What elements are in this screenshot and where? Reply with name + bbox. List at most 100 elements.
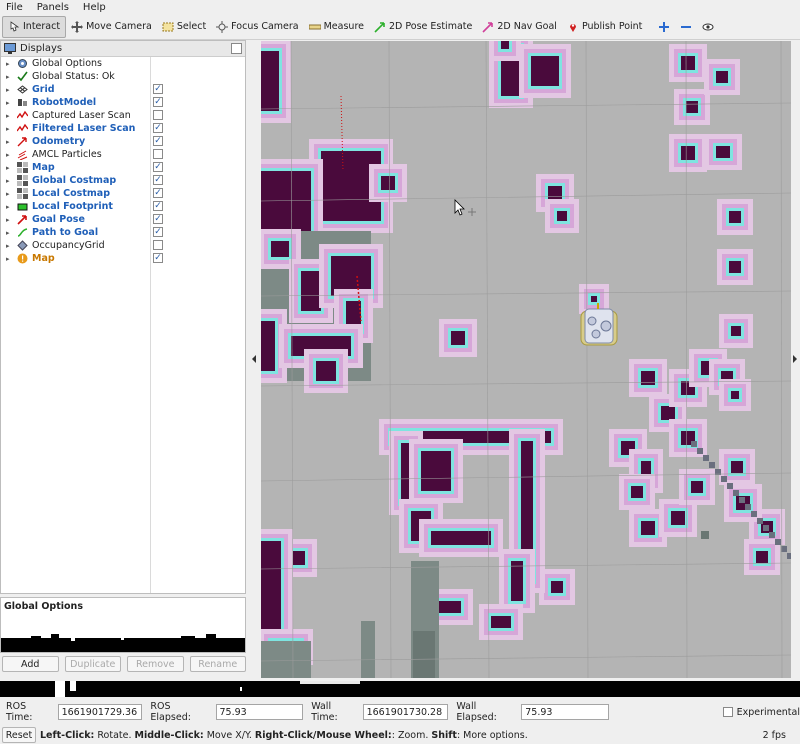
map-pin-icon — [569, 23, 576, 32]
displays-panel: Displays ▸ Global Options ▸ Global Status: … — [0, 40, 246, 594]
expand-arrow-icon[interactable]: ▸ — [6, 60, 15, 68]
move-camera-tool-label: Move Camera — [86, 21, 152, 32]
add-display-button[interactable]: Add — [2, 656, 59, 672]
display-item-map[interactable]: ▸ Map ✓ — [1, 252, 245, 265]
expand-arrow-icon[interactable]: ▸ — [6, 151, 15, 159]
display-item-captured-laser-scan[interactable]: ▸ Captured Laser Scan — [1, 109, 245, 122]
display-enable-checkbox[interactable]: ✓ — [153, 188, 163, 198]
select-tool-button[interactable]: Select — [157, 16, 211, 38]
display-item-goal-pose[interactable]: ▸ Goal Pose ✓ — [1, 213, 245, 226]
display-enable-checkbox[interactable]: ✓ — [153, 97, 163, 107]
obstacle-cell — [261, 321, 275, 371]
select-box-icon — [162, 22, 174, 31]
display-item-global-status-ok[interactable]: ▸ Global Status: Ok — [1, 70, 245, 83]
left-splitter[interactable] — [247, 41, 261, 678]
nav-goal-tool-button[interactable]: 2D Nav Goal — [477, 16, 562, 38]
display-enable-checkbox[interactable]: ✓ — [153, 214, 163, 224]
particles-icon — [17, 150, 28, 160]
display-item-robotmodel[interactable]: ▸ RobotModel ✓ — [1, 96, 245, 109]
move-camera-tool-button[interactable]: Move Camera — [66, 16, 157, 38]
wall-time-label: Wall Time: — [311, 701, 338, 723]
display-enable-checkbox[interactable]: ✓ — [153, 253, 163, 263]
display-item-amcl-particles[interactable]: ▸ AMCL Particles — [1, 148, 245, 161]
display-item-occupancygrid[interactable]: ▸ OccupancyGrid — [1, 239, 245, 252]
display-enable-checkbox[interactable]: ✓ — [153, 123, 163, 133]
panel-close-button[interactable] — [231, 43, 242, 54]
expand-arrow-icon[interactable]: ▸ — [6, 190, 15, 198]
obstacle-cell — [261, 541, 281, 631]
duplicate-display-button[interactable]: Duplicate — [64, 656, 121, 672]
display-enable-checkbox[interactable] — [153, 240, 163, 250]
display-item-odometry[interactable]: ▸ Odometry ✓ — [1, 135, 245, 148]
menu-file[interactable]: File — [6, 2, 23, 13]
expand-arrow-icon[interactable]: ▸ — [6, 242, 15, 250]
focus-camera-tool-label: Focus Camera — [231, 21, 299, 32]
expand-arrow-icon[interactable]: ▸ — [6, 216, 15, 224]
display-enable-checkbox[interactable]: ✓ — [153, 136, 163, 146]
display-enable-checkbox[interactable]: ✓ — [153, 175, 163, 185]
render-viewport[interactable] — [261, 41, 791, 678]
remove-display-button[interactable]: Remove — [127, 656, 184, 672]
display-item-filtered-laser-scan[interactable]: ▸ Filtered Laser Scan ✓ — [1, 122, 245, 135]
add-tool-button[interactable] — [653, 16, 675, 38]
ros-time-field[interactable]: 1661901729.36 — [57, 704, 143, 720]
menu-panels[interactable]: Panels — [37, 2, 69, 13]
display-item-local-costmap[interactable]: ▸ Local Costmap ✓ — [1, 187, 245, 200]
display-item-local-footprint[interactable]: ▸ Local Footprint ✓ — [1, 200, 245, 213]
eye-icon — [702, 23, 714, 30]
displays-button-row: Add Duplicate Remove Rename — [0, 656, 246, 674]
expand-arrow-icon[interactable]: ▸ — [6, 229, 15, 237]
expand-arrow-icon[interactable]: ▸ — [6, 99, 15, 107]
pose-estimate-tool-button[interactable]: 2D Pose Estimate — [369, 16, 477, 38]
display-enable-checkbox[interactable]: ✓ — [153, 84, 163, 94]
display-item-map[interactable]: ▸ Map ✓ — [1, 161, 245, 174]
display-item-global-options[interactable]: ▸ Global Options — [1, 57, 245, 70]
display-enable-checkbox[interactable] — [153, 149, 163, 159]
unknown-area — [361, 621, 375, 678]
display-item-global-costmap[interactable]: ▸ Global Costmap ✓ — [1, 174, 245, 187]
focus-camera-tool-button[interactable]: Focus Camera — [211, 16, 303, 38]
display-enable-checkbox[interactable]: ✓ — [153, 162, 163, 172]
menu-help[interactable]: Help — [83, 2, 106, 13]
expand-arrow-icon[interactable]: ▸ — [6, 73, 15, 81]
publish-point-tool-button[interactable]: Publish Point — [562, 16, 647, 38]
costmap-canvas[interactable] — [261, 41, 791, 678]
right-splitter[interactable] — [791, 41, 800, 678]
odometry-icon — [17, 137, 27, 147]
expand-arrow-icon[interactable]: ▸ — [6, 255, 15, 263]
gear-icon — [18, 59, 27, 68]
display-enable-checkbox[interactable]: ✓ — [153, 227, 163, 237]
expand-arrow-icon[interactable]: ▸ — [6, 177, 15, 185]
reset-button[interactable]: Reset — [2, 727, 36, 743]
expand-arrow-icon[interactable]: ▸ — [6, 164, 15, 172]
view-options-button[interactable] — [697, 16, 719, 38]
expand-arrow-icon[interactable]: ▸ — [6, 203, 15, 211]
obstacle-cell — [451, 331, 465, 345]
wall-elapsed-field[interactable]: 75.93 — [521, 704, 609, 720]
pose-estimate-tool-label: 2D Pose Estimate — [388, 21, 473, 32]
interact-tool-button[interactable]: Interact — [2, 15, 67, 38]
remove-tool-button[interactable] — [675, 16, 697, 38]
obstacle-cell — [731, 461, 743, 473]
rename-display-button[interactable]: Rename — [189, 656, 246, 672]
obstacle-cell — [641, 521, 655, 535]
wall-time-field[interactable]: 1661901730.28 — [362, 704, 449, 720]
display-enable-checkbox[interactable]: ✓ — [153, 201, 163, 211]
display-item-path-to-goal[interactable]: ▸ Path to Goal ✓ — [1, 226, 245, 239]
ros-time-label: ROS Time: — [6, 701, 33, 723]
display-enable-checkbox[interactable] — [153, 110, 163, 120]
expand-arrow-icon[interactable]: ▸ — [6, 86, 15, 94]
experimental-checkbox[interactable] — [722, 707, 733, 717]
expand-arrow-icon[interactable]: ▸ — [6, 125, 15, 133]
measure-tool-button[interactable]: Measure — [304, 16, 369, 38]
expand-arrow-icon[interactable]: ▸ — [6, 112, 15, 120]
minus-icon — [681, 25, 692, 28]
laserscan-icon — [17, 110, 28, 119]
obstacle-cell — [548, 186, 562, 200]
ros-elapsed-field[interactable]: 75.93 — [215, 704, 304, 720]
plus-icon — [659, 21, 670, 32]
display-item-grid[interactable]: ▸ Grid ✓ — [1, 83, 245, 96]
obstacle-cell — [756, 551, 768, 563]
obstacle-cell — [261, 51, 279, 111]
expand-arrow-icon[interactable]: ▸ — [6, 138, 15, 146]
